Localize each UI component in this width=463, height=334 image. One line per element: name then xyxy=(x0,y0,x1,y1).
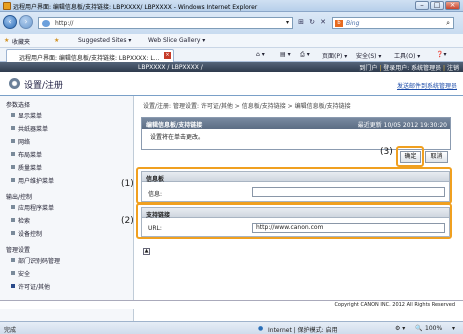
sidebar-group: 参数选择 xyxy=(6,102,31,109)
sidebar-item[interactable]: 共纸器菜单 xyxy=(10,124,48,133)
print-icon[interactable]: ⎙ ▾ xyxy=(300,51,310,59)
sidebar-item[interactable]: 部门识别码管理 xyxy=(10,256,60,265)
panel-message: 设置将在单击更改。 xyxy=(150,134,205,141)
zone-text: Internet | 保护模式: 启用 xyxy=(268,327,338,334)
window-titlebar: 远程用户界面: 编辑信息板/支持链接: LBPXXXX/ LBPXXXX - W… xyxy=(0,0,463,12)
search-input[interactable]: b Bing ⌕ xyxy=(332,17,454,29)
sidebar: 参数选择 显示菜单 共纸器菜单 网络 布局菜单 质量菜单 用户维护菜单 输出/控… xyxy=(0,96,134,321)
web-slice-link[interactable]: Web Slice Gallery ▾ xyxy=(148,37,205,44)
callout-2: (2) xyxy=(121,216,134,226)
page-title: 设置/注册 xyxy=(24,81,64,91)
top-bar: LBPXXXX / LBPXXXX / 到门户 | 登录用户: 系统管理员 | … xyxy=(0,62,463,72)
page-content: LBPXXXX / LBPXXXX / 到门户 | 登录用户: 系统管理员 | … xyxy=(0,62,463,321)
support-link-section: 支持链接 URL: http://www.canon.com xyxy=(141,207,450,237)
security-icon[interactable]: ⚙ ▾ xyxy=(395,325,405,332)
tools-menu[interactable]: 工具(O) ▾ xyxy=(394,51,420,60)
add-favorite-icon[interactable]: ★ xyxy=(54,37,59,44)
tab-close-icon[interactable]: × xyxy=(164,52,171,59)
globe-icon: ● xyxy=(258,325,264,332)
ok-button[interactable]: 确定 xyxy=(400,151,421,163)
breadcrumb: 设置/注册: 管理设置: 许可证/其他 > 信息板/支持链接 > 编辑信息板/支… xyxy=(143,103,351,110)
dropdown-icon[interactable]: ▾ xyxy=(286,19,289,26)
panel-header: 编辑信息板/支持链接 最近更新 10/05 2012 19:30:20 xyxy=(142,118,450,129)
portal-link[interactable]: 到门户 xyxy=(359,65,377,72)
feeds-icon[interactable]: ▤ ▾ xyxy=(280,51,291,58)
address-value: http:// xyxy=(55,20,74,27)
info-board-section: 信息板 信息: xyxy=(141,171,450,202)
cancel-button[interactable]: 取消 xyxy=(425,151,448,163)
section-title: 支持链接 xyxy=(146,212,171,219)
sidebar-item[interactable]: 应用程序菜单 xyxy=(10,203,54,212)
sidebar-item[interactable]: 质量菜单 xyxy=(10,163,42,172)
info-input[interactable] xyxy=(252,187,445,197)
login-user: 登录用户: 系统管理员 xyxy=(383,65,442,72)
sidebar-group: 输出/控制 xyxy=(6,194,33,201)
star-icon: ★ xyxy=(4,37,10,44)
window-title: 远程用户界面: 编辑信息板/支持链接: LBPXXXX/ LBPXXXX - W… xyxy=(13,4,258,11)
callout-3: (3) xyxy=(380,147,393,157)
close-button[interactable]: × xyxy=(445,1,460,10)
back-icon[interactable]: ‹ xyxy=(3,15,17,29)
suggested-sites-link[interactable]: Suggested Sites ▾ xyxy=(78,37,131,44)
home-icon[interactable]: ⌂ ▾ xyxy=(256,51,265,58)
favorites-button[interactable]: 收藏夹 xyxy=(12,37,30,46)
minimize-button[interactable]: – xyxy=(415,1,429,10)
sidebar-item-current[interactable]: 许可证/其他 xyxy=(10,282,50,291)
sidebar-item[interactable]: 用户维护菜单 xyxy=(10,176,54,185)
zoom-level[interactable]: 100% xyxy=(425,325,442,332)
address-bar[interactable]: http:// ▾ xyxy=(38,17,293,29)
sidebar-item[interactable]: 检索 xyxy=(10,216,30,225)
section-header: 信息板 xyxy=(142,172,449,183)
address-toolbar: ‹ › http:// ▾ ⊞ ↻ ✕ b Bing ⌕ xyxy=(0,12,463,34)
settings-header: 设置/注册 发送邮件到系统管理员 xyxy=(0,72,463,96)
sidebar-item[interactable]: 显示菜单 xyxy=(10,111,42,120)
tab-current[interactable]: 远程用户界面: 编辑信息板/支持链接: LBPXXXX: L... × xyxy=(6,49,174,62)
info-label: 信息: xyxy=(148,191,163,198)
stop-icon[interactable]: ✕ xyxy=(318,18,328,28)
copyright: Copyright CANON INC. 2012 All Rights Res… xyxy=(0,300,463,309)
url-input[interactable]: http://www.canon.com xyxy=(252,223,445,233)
page-menu[interactable]: 页面(P) ▾ xyxy=(322,51,347,60)
safety-menu[interactable]: 安全(S) ▾ xyxy=(356,51,381,60)
user-area: 到门户 | 登录用户: 系统管理员 | 注销 xyxy=(359,65,459,72)
send-mail-link[interactable]: 发送邮件到系统管理员 xyxy=(397,81,457,90)
logout-link[interactable]: 注销 xyxy=(447,65,459,72)
status-text: 完成 xyxy=(4,327,17,334)
tab-title: 远程用户界面: 编辑信息板/支持链接: LBPXXXX: L... xyxy=(19,55,160,62)
model-name: LBPXXXX / LBPXXXX / xyxy=(138,64,203,71)
help-menu[interactable]: ❓▾ xyxy=(436,51,446,58)
page-icon xyxy=(42,20,50,27)
forward-icon[interactable]: › xyxy=(19,15,33,29)
status-bar: 完成 ● Internet | 保护模式: 启用 ⚙ ▾ 🔍 100% ▾ xyxy=(0,321,463,334)
sidebar-item[interactable]: 安全 xyxy=(10,269,30,278)
tab-bar: 远程用户界面: 编辑信息板/支持链接: LBPXXXX: L... × ⌂ ▾ … xyxy=(0,48,463,62)
sidebar-group: 管理设置 xyxy=(6,247,31,254)
gear-icon xyxy=(9,78,20,89)
search-engine: Bing xyxy=(346,20,360,27)
bing-icon: b xyxy=(335,20,343,27)
zoom-dropdown-icon[interactable]: ▾ xyxy=(452,325,455,332)
compat-icon[interactable]: ⊞ xyxy=(296,18,306,28)
sidebar-item[interactable]: 网络 xyxy=(10,137,30,146)
favorites-bar: ★ 收藏夹 ★ Suggested Sites ▾ Web Slice Gall… xyxy=(0,34,463,48)
sidebar-item[interactable]: 设备控制 xyxy=(10,229,42,238)
sidebar-item[interactable]: 布局菜单 xyxy=(10,150,42,159)
page-top-icon[interactable]: ▲ xyxy=(143,248,150,255)
section-title: 信息板 xyxy=(146,176,165,183)
app-icon xyxy=(3,2,11,10)
section-header: 支持链接 xyxy=(142,208,449,219)
panel-title: 编辑信息板/支持链接 xyxy=(146,122,203,129)
zoom-icon[interactable]: 🔍 xyxy=(415,325,422,332)
search-icon[interactable]: ⌕ xyxy=(446,19,450,28)
callout-1: (1) xyxy=(121,179,134,189)
maximize-button[interactable]: □ xyxy=(430,1,444,10)
last-updated: 最近更新 10/05 2012 19:30:20 xyxy=(357,122,447,129)
url-label: URL: xyxy=(148,225,162,232)
refresh-icon[interactable]: ↻ xyxy=(307,18,317,28)
